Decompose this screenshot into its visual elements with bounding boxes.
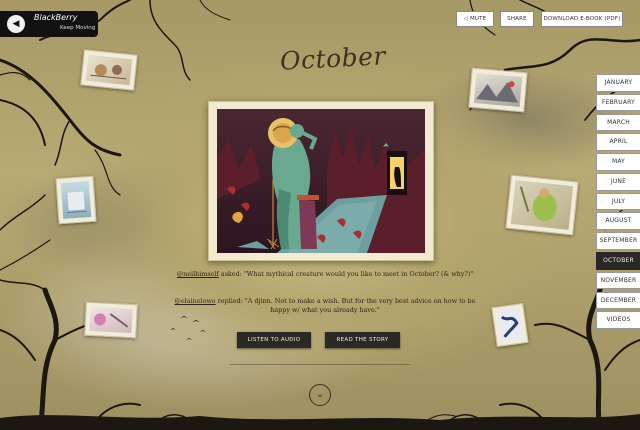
reply-caption: @elainelowe replied: "A djinn. Not to ma… [170,297,480,315]
divider [230,364,410,365]
thumbnail-photo[interactable] [491,302,529,348]
thumbnail-photo[interactable] [55,175,97,225]
mute-button[interactable]: ◁ MUTE [456,11,494,27]
question-caption: @neilhimself asked: "What mythical creat… [170,270,480,279]
october-illustration [208,101,434,261]
month-tab-march[interactable]: MARCH [596,113,640,132]
thumbnail-photo[interactable] [84,301,138,339]
mute-label: MUTE [469,16,487,22]
month-tab-april[interactable]: APRIL [596,133,640,151]
question-handle-link[interactable]: @neilhimself [177,270,219,278]
djinn-illustration [217,109,425,253]
month-tab-videos[interactable]: VIDEOS [596,311,640,329]
back-arrow-icon[interactable]: ◀ [7,15,25,33]
month-tab-october[interactable]: OCTOBER [596,252,640,270]
blackberry-badge[interactable]: ◀ BlackBerry Keep Moving [0,11,98,37]
share-button[interactable]: SHARE [500,11,534,27]
month-tab-february[interactable]: FEBRUARY [596,93,640,112]
month-tab-november[interactable]: NOVEMBER [596,271,640,290]
month-tab-december[interactable]: DECEMBER [596,291,640,310]
question-text: asked: "What mythical creature would you… [218,270,474,278]
month-tab-july[interactable]: JULY [596,192,640,211]
thumbnail-photo[interactable] [80,49,138,91]
chevron-down-icon[interactable]: ⌄ [309,384,331,406]
listen-to-audio-button[interactable]: LISTEN TO AUDIO [237,332,311,348]
thumbnail-photo[interactable] [505,174,579,236]
month-tab-january[interactable]: JANUARY [596,74,640,92]
read-the-story-button[interactable]: READ THE STORY [325,332,400,348]
month-navigation: JANUARY FEBRUARY MARCH APRIL MAY JUNE JULY AUGU… [596,74,640,331]
reply-text: replied: "A djinn. Not to make a wish. B… [215,297,476,314]
month-tab-august[interactable]: AUGUST [596,212,640,231]
brand-tagline: Keep Moving [60,25,96,31]
month-tab-june[interactable]: JUNE [596,172,640,191]
reply-handle-link[interactable]: @elainelowe [175,297,216,305]
brand-name: BlackBerry [34,13,78,22]
month-tab-may[interactable]: MAY [596,153,640,171]
page-title: October [279,41,387,76]
download-ebook-button[interactable]: DOWNLOAD E-BOOK (PDF) [541,11,623,27]
month-tab-september[interactable]: SEPTEMBER [596,232,640,250]
thumbnail-photo[interactable] [468,67,528,113]
